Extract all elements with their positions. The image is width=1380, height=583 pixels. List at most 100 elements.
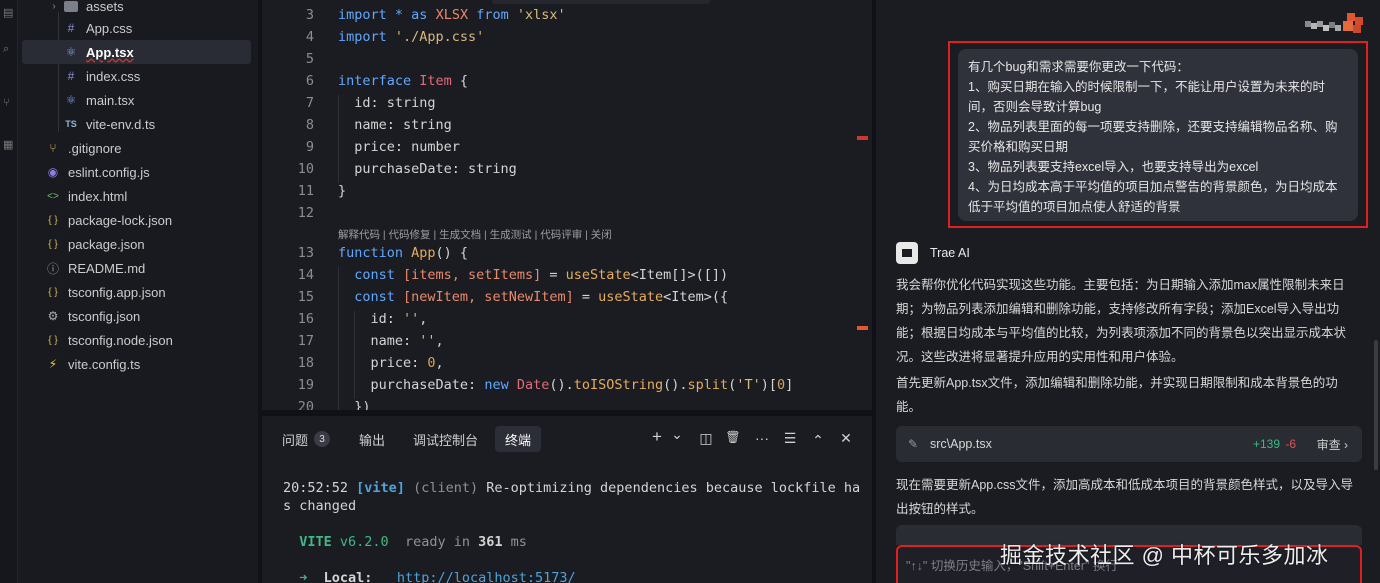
user-message-line: 4、为日均成本高于平均值的项目加点警告的背景颜色，为日均成本低于平均值的项目加点…: [968, 180, 1338, 214]
close-panel-icon[interactable]: ✕: [838, 430, 854, 447]
tab-debug-console[interactable]: 调试控制台: [403, 426, 488, 452]
vite-icon: ⚡: [48, 357, 58, 371]
line-number: 13: [297, 245, 314, 261]
user-message-line: 2、物品列表里面的每一项要支持删除，还要支持编辑物品名称、购买价格和购买日期: [968, 120, 1338, 154]
react-icon: ⚛: [65, 45, 77, 59]
search-icon[interactable]: ⌕: [3, 44, 13, 55]
line-number: 10: [297, 161, 314, 177]
overview-ruler-warning[interactable]: [857, 326, 868, 330]
tree-item-package-json[interactable]: { } package.json: [22, 232, 251, 256]
tree-item-index-css[interactable]: # index.css: [22, 64, 251, 88]
source-control-icon[interactable]: ⑂: [3, 98, 13, 109]
tab-label: 调试控制台: [413, 432, 479, 448]
explorer-icon[interactable]: ▤: [3, 8, 13, 19]
review-button[interactable]: 审查 ›: [1317, 436, 1348, 453]
json-icon: { }: [48, 334, 58, 346]
tree-item-app-tsx[interactable]: ⚛ App.tsx: [22, 40, 251, 64]
tab-problems[interactable]: 问题 3: [272, 426, 340, 452]
code-line-14: const [items, setItems] = useState<Item[…: [338, 267, 729, 283]
line-number: 17: [297, 333, 314, 349]
watermark: 掘金技术社区 @ 中杯可乐多加冰: [1000, 543, 1329, 568]
terminal-line: s changed: [283, 498, 357, 514]
ai-paragraph: 我会帮你优化代码实现这些功能。主要包括：为日期输入添加max属性限制未来日期；为…: [896, 278, 1347, 364]
tree-item-tsconfig[interactable]: ⚙ tsconfig.json: [22, 304, 251, 328]
overview-ruler-error[interactable]: [857, 136, 868, 140]
bottom-panel: 问题 3 输出 调试控制台 终端 + ⌄ ◫ 🗑 ··· ☰ ⌃ ✕ 20:52…: [262, 416, 872, 583]
user-message-highlight: 有几个bug和需求需要你更改一下代码： 1、购买日期在输入的时候限制一下，不能让…: [948, 41, 1368, 228]
tree-item-index-html[interactable]: <> index.html: [22, 184, 251, 208]
tree-item-main-tsx[interactable]: ⚛ main.tsx: [22, 88, 251, 112]
line-number: 16: [297, 311, 314, 327]
tree-item-app-css[interactable]: # App.css: [22, 16, 251, 40]
extensions-icon[interactable]: ▦: [3, 140, 13, 151]
json-icon: { }: [48, 286, 58, 298]
code-line-19: purchaseDate: new Date().toISOString().s…: [338, 377, 794, 393]
hash-icon: #: [67, 21, 75, 35]
file-path: src\App.tsx: [930, 437, 992, 451]
tab-output[interactable]: 输出: [349, 426, 395, 452]
settings-icon[interactable]: ☰: [782, 430, 798, 447]
tree-item-package-lock[interactable]: { } package-lock.json: [22, 208, 251, 232]
line-number: 18: [297, 355, 314, 371]
tree-item-label: App.tsx: [86, 44, 134, 60]
line-number: 8: [305, 117, 314, 133]
line-number: 14: [297, 267, 314, 283]
tree-item-gitignore[interactable]: ⑂ .gitignore: [22, 136, 251, 160]
line-number: 12: [297, 205, 314, 221]
ai-chat-panel: 有几个bug和需求需要你更改一下代码： 1、购买日期在输入的时候限制一下，不能让…: [876, 0, 1380, 583]
more-icon[interactable]: ···: [754, 430, 770, 446]
line-number: 15: [297, 289, 314, 305]
add-terminal-icon[interactable]: +: [649, 427, 665, 447]
chevron-right-icon: ›: [52, 0, 56, 12]
maximize-panel-icon[interactable]: ⌃: [810, 432, 826, 449]
code-line-17: name: '',: [338, 333, 444, 349]
json-icon: { }: [48, 214, 58, 226]
tree-item-label: index.html: [68, 188, 128, 204]
json-icon: { }: [48, 238, 58, 250]
gear-icon: ⚙: [47, 309, 59, 323]
file-change-card[interactable]: ✎ src\App.tsx +139 -6 审查 ›: [896, 426, 1362, 462]
tab-terminal[interactable]: 终端: [495, 426, 542, 452]
user-message-line: 3、物品列表要支持excel导入，也要支持导出为excel: [968, 160, 1259, 174]
tree-item-label: assets: [86, 0, 124, 14]
user-message-bubble: 有几个bug和需求需要你更改一下代码： 1、购买日期在输入的时候限制一下，不能让…: [958, 49, 1358, 221]
split-terminal-icon[interactable]: ◫: [698, 430, 714, 447]
ai-paragraph: 首先更新App.tsx文件，添加编辑和删除功能，并实现日期限制和成本背景色的功能…: [896, 376, 1338, 414]
tree-item-label: vite-env.d.ts: [86, 116, 156, 132]
git-icon: ⑂: [49, 141, 57, 155]
tree-item-vite-env[interactable]: TS vite-env.d.ts: [22, 112, 251, 136]
lines-removed: -6: [1285, 437, 1296, 451]
tree-item-label: main.tsx: [86, 92, 135, 108]
code-line-13: function App() {: [338, 245, 469, 261]
chat-scrollbar[interactable]: [1374, 340, 1378, 470]
code-line-18: price: 0,: [338, 355, 444, 371]
tree-item-readme[interactable]: ⓘ README.md: [22, 256, 251, 280]
tree-item-label: vite.config.ts: [68, 356, 141, 372]
tree-item-tsconfig-node[interactable]: { } tsconfig.node.json: [22, 328, 251, 352]
lines-added: +139: [1252, 437, 1280, 451]
problems-count-badge: 3: [314, 431, 331, 447]
user-message-line: 1、购买日期在输入的时候限制一下，不能让用户设置为未来的时间，否则会导致计算bu…: [968, 80, 1325, 114]
codelens-actions[interactable]: 解释代码 | 代码修复 | 生成文档 | 生成测试 | 代码评审 | 关闭: [338, 227, 612, 242]
tree-item-vite-config[interactable]: ⚡ vite.config.ts: [22, 352, 251, 376]
tab-label: 问题: [282, 432, 309, 448]
tree-item-eslint[interactable]: ◉ eslint.config.js: [22, 160, 251, 184]
line-number: 5: [305, 51, 314, 67]
hash-icon: #: [67, 69, 75, 83]
code-editor[interactable]: 3 4 5 6 7 8 9 10 11 12 13 14 15 16 17 18…: [262, 0, 872, 410]
terminal-line: 20:52:52 [vite] (client) Re-optimizing d…: [283, 480, 861, 496]
tab-label: 终端: [505, 432, 532, 448]
line-number: 3: [305, 7, 314, 23]
trash-icon[interactable]: 🗑: [725, 430, 741, 444]
tree-item-label: tsconfig.app.json: [68, 284, 166, 300]
code-line-4: import './App.css': [338, 29, 485, 45]
tree-item-label: eslint.config.js: [68, 164, 150, 180]
localhost-link[interactable]: http://localhost:5173/: [397, 570, 576, 583]
ai-name: Trae AI: [930, 246, 970, 260]
tree-item-tsconfig-app[interactable]: { } tsconfig.app.json: [22, 280, 251, 304]
tab-label: 输出: [359, 432, 386, 448]
tree-item-label: package-lock.json: [68, 212, 173, 228]
tree-item-label: index.css: [86, 68, 141, 84]
chevron-down-icon[interactable]: ⌄: [669, 426, 685, 443]
code-line-10: purchaseDate: string: [338, 161, 517, 177]
